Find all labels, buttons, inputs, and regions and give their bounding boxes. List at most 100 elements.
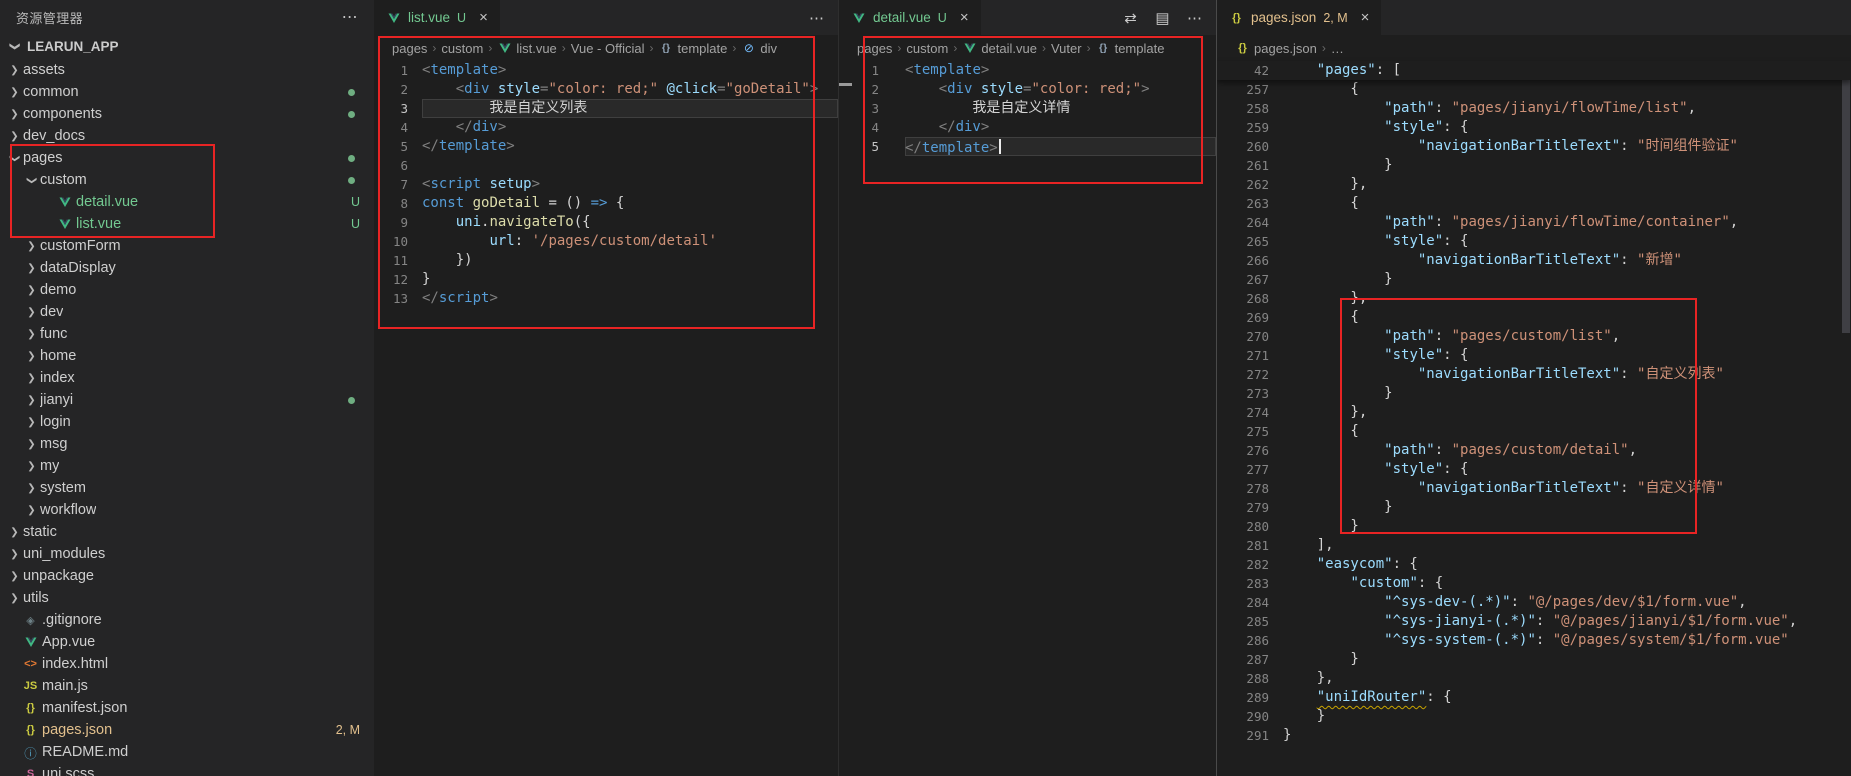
breadcrumb-item-div[interactable]: ⊘div [741,41,777,56]
tree-item-pages.json[interactable]: ❯{}pages.json2, M [0,719,374,741]
tree-item-jianyi[interactable]: ❯jianyi [0,389,374,411]
editor-pages-json[interactable]: 42 "pages": [257 {258 "path": "pages/jia… [1217,61,1851,745]
code-line[interactable]: 275 { [1217,422,1851,441]
code-line[interactable]: 279 } [1217,498,1851,517]
code-line[interactable]: 288 }, [1217,669,1851,688]
tree-item-func[interactable]: ❯func [0,323,374,345]
breadcrumb-item-template[interactable]: {}template [659,41,728,56]
editor-detail-vue[interactable]: 1<template>2 <div style="color: red;">3 … [839,61,1216,156]
breadcrumb-item--[interactable]: … [1331,41,1344,56]
code-line[interactable]: 274 }, [1217,403,1851,422]
code-line[interactable]: 273 } [1217,384,1851,403]
tree-item-unpackage[interactable]: ❯unpackage [0,565,374,587]
breadcrumb-item-Vuter[interactable]: Vuter [1051,41,1082,56]
code-line[interactable]: 272 "navigationBarTitleText": "自定义列表" [1217,365,1851,384]
code-line[interactable]: 286 "^sys-system-(.*)": "@/pages/system/… [1217,631,1851,650]
tree-item-msg[interactable]: ❯msg [0,433,374,455]
more-actions-icon[interactable]: ⋯ [342,7,358,27]
breadcrumb-item-custom[interactable]: custom [441,41,483,56]
tree-item-components[interactable]: ❯components [0,103,374,125]
close-icon[interactable]: × [479,10,488,25]
code-line[interactable]: 267 } [1217,270,1851,289]
diff-icon[interactable]: ⇄ [1123,9,1138,27]
code-line[interactable]: 264 "path": "pages/jianyi/flowTime/conta… [1217,213,1851,232]
code-line[interactable]: 11 }) [374,251,838,270]
code-line[interactable]: 268 }, [1217,289,1851,308]
code-line[interactable]: 5</template> [374,137,838,156]
close-icon[interactable]: × [1361,10,1370,25]
code-line[interactable]: 284 "^sys-dev-(.*)": "@/pages/dev/$1/for… [1217,593,1851,612]
breadcrumb-item-pages[interactable]: pages [857,41,892,56]
more-icon[interactable]: ⋯ [1187,9,1202,27]
tree-item-dev_docs[interactable]: ❯dev_docs [0,125,374,147]
tree-item-workflow[interactable]: ❯workflow [0,499,374,521]
code-line[interactable]: 7<script setup> [374,175,838,194]
tree-item-detail.vue[interactable]: ❯detail.vueU [0,191,374,213]
code-line[interactable]: 9 uni.navigateTo({ [374,213,838,232]
code-line[interactable]: 289 "uniIdRouter": { [1217,688,1851,707]
tree-item-customForm[interactable]: ❯customForm [0,235,374,257]
breadcrumb-item-custom[interactable]: custom [906,41,948,56]
code-line[interactable]: 265 "style": { [1217,232,1851,251]
tree-item-login[interactable]: ❯login [0,411,374,433]
breadcrumb-item-pages[interactable]: pages [392,41,427,56]
tree-item-index.html[interactable]: ❯<>index.html [0,653,374,675]
code-line[interactable]: 6 [374,156,838,175]
tree-item-index[interactable]: ❯index [0,367,374,389]
breadcrumb-item-Vue---Official[interactable]: Vue - Official [571,41,645,56]
code-line[interactable]: 13</script> [374,289,838,308]
code-line[interactable]: 258 "path": "pages/jianyi/flowTime/list"… [1217,99,1851,118]
tree-item-utils[interactable]: ❯utils [0,587,374,609]
close-icon[interactable]: × [960,10,969,25]
code-line[interactable]: 4 </div> [839,118,1216,137]
code-line[interactable]: 260 "navigationBarTitleText": "时间组件验证" [1217,137,1851,156]
code-line[interactable]: 262 }, [1217,175,1851,194]
code-line[interactable]: 266 "navigationBarTitleText": "新增" [1217,251,1851,270]
tab-detail.vue[interactable]: detail.vueU× [839,0,982,35]
tree-item-demo[interactable]: ❯demo [0,279,374,301]
code-line[interactable]: 287 } [1217,650,1851,669]
code-line[interactable]: 281 ], [1217,536,1851,555]
code-line[interactable]: 276 "path": "pages/custom/detail", [1217,441,1851,460]
tree-item-App.vue[interactable]: ❯App.vue [0,631,374,653]
tree-item-manifest.json[interactable]: ❯{}manifest.json [0,697,374,719]
tree-item-pages[interactable]: ❯pages [0,147,374,169]
code-line[interactable]: 263 { [1217,194,1851,213]
code-line[interactable]: 42 "pages": [ [1217,61,1851,80]
tree-item-custom[interactable]: ❯custom [0,169,374,191]
tree-item-my[interactable]: ❯my [0,455,374,477]
breadcrumb-item-detail.vue[interactable]: detail.vue [962,41,1037,56]
code-line[interactable]: 280 } [1217,517,1851,536]
editor-list-vue[interactable]: 1<template>2 <div style="color: red;" @c… [374,61,838,308]
tree-item-dataDisplay[interactable]: ❯dataDisplay [0,257,374,279]
code-line[interactable]: 269 { [1217,308,1851,327]
code-line[interactable]: 259 "style": { [1217,118,1851,137]
code-line[interactable]: 2 <div style="color: red;"> [839,80,1216,99]
scrollbar-thumb[interactable] [1842,63,1850,333]
code-line[interactable]: 261 } [1217,156,1851,175]
code-line[interactable]: 3 我是自定义详情 [839,99,1216,118]
tree-item-system[interactable]: ❯system [0,477,374,499]
code-line[interactable]: 12} [374,270,838,289]
tree-item-README.md[interactable]: ❯ⓘREADME.md [0,741,374,763]
code-line[interactable]: 291} [1217,726,1851,745]
breadcrumb-item-list.vue[interactable]: list.vue [497,41,556,56]
code-line[interactable]: 2 <div style="color: red;" @click="goDet… [374,80,838,99]
tree-item-dev[interactable]: ❯dev [0,301,374,323]
code-line[interactable]: 3 我是自定义列表 [374,99,838,118]
code-line[interactable]: 8const goDetail = () => { [374,194,838,213]
code-line[interactable]: 283 "custom": { [1217,574,1851,593]
tree-item-.gitignore[interactable]: ❯◈.gitignore [0,609,374,631]
code-line[interactable]: 282 "easycom": { [1217,555,1851,574]
code-line[interactable]: 278 "navigationBarTitleText": "自定义详情" [1217,479,1851,498]
code-line[interactable]: 10 url: '/pages/custom/detail' [374,232,838,251]
more-icon[interactable]: ⋯ [809,9,824,27]
code-line[interactable]: 271 "style": { [1217,346,1851,365]
layout-icon[interactable]: ▤ [1155,9,1170,27]
code-line[interactable]: 270 "path": "pages/custom/list", [1217,327,1851,346]
tab-list.vue[interactable]: list.vueU× [374,0,501,35]
tree-item-home[interactable]: ❯home [0,345,374,367]
breadcrumb-item-pages.json[interactable]: {}pages.json [1235,41,1317,56]
tree-item-common[interactable]: ❯common [0,81,374,103]
code-line[interactable]: 290 } [1217,707,1851,726]
